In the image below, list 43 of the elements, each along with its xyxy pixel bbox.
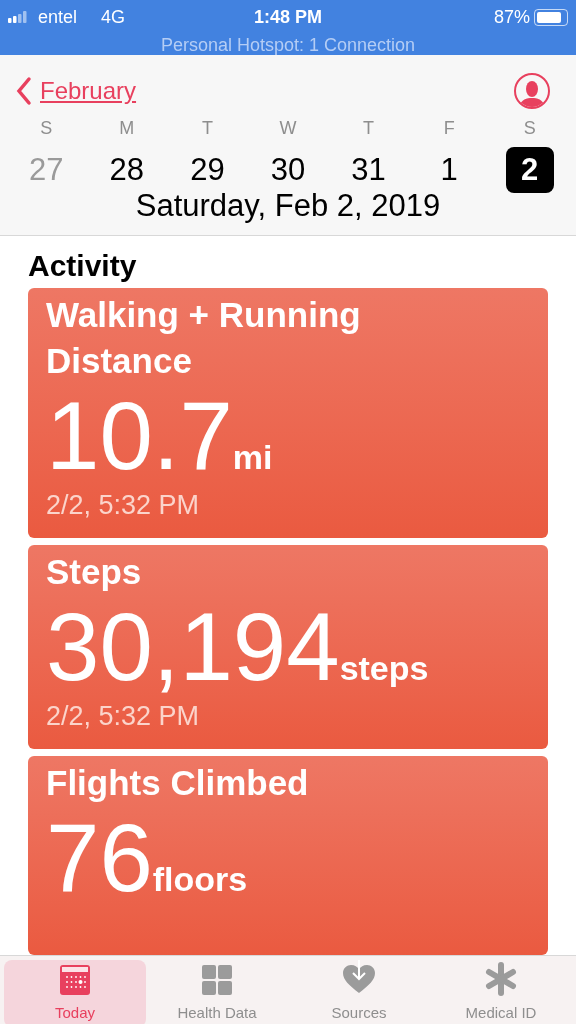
tab-item[interactable]: Today bbox=[4, 960, 146, 1024]
tab-item[interactable]: Sources bbox=[288, 960, 430, 1024]
card-title: Steps bbox=[46, 551, 143, 593]
heart-download-icon bbox=[341, 960, 377, 996]
back-chevron-icon bbox=[16, 76, 32, 106]
card-time: 2/2, 5:32 PM bbox=[46, 700, 201, 733]
day-button[interactable]: 2 bbox=[505, 147, 554, 193]
metric-value: 76 bbox=[46, 806, 153, 910]
card-title: Walking + Running Distance bbox=[46, 294, 362, 382]
metric-unit: steps bbox=[339, 648, 429, 689]
weekday-letter: S bbox=[523, 117, 536, 139]
weekday-letter: T bbox=[201, 117, 213, 139]
metric-unit: floors bbox=[152, 860, 248, 900]
weekday-letter: S bbox=[40, 117, 53, 139]
card-title: Flights Climbed bbox=[46, 762, 310, 804]
metric-card[interactable]: Flights Climbed 76floors bbox=[28, 756, 548, 955]
metric-card[interactable]: Steps 30,194steps 2/2, 5:32 PM bbox=[28, 545, 548, 749]
asterisk-icon bbox=[484, 962, 518, 996]
network-text: 4G bbox=[101, 5, 126, 29]
person-icon bbox=[519, 79, 545, 107]
tab-item[interactable]: Medical ID bbox=[430, 960, 572, 1024]
weekday-letter: T bbox=[363, 117, 375, 139]
battery-percent: 87% bbox=[493, 5, 530, 29]
weekday-letter: W bbox=[279, 117, 297, 139]
profile-button[interactable] bbox=[514, 73, 550, 109]
metric-unit: mi bbox=[232, 437, 273, 478]
hotspot-text: Personal Hotspot: 1 Connection bbox=[160, 34, 416, 57]
section-title: Activity bbox=[27, 248, 138, 284]
grid-icon bbox=[201, 964, 233, 996]
card-time: 2/2, 5:32 PM bbox=[46, 489, 201, 522]
weekday-letter: M bbox=[119, 117, 135, 139]
metric-value: 30,194 bbox=[46, 595, 340, 699]
day-button[interactable]: 27 bbox=[22, 147, 71, 193]
status-time: 1:48 PM bbox=[254, 5, 322, 29]
metric-value: 10.7 bbox=[46, 384, 233, 488]
metric-card[interactable]: Walking + Running Distance 10.7 mi 2/2, 5:32 PM bbox=[28, 288, 548, 538]
carrier-text: entel bbox=[38, 5, 78, 29]
calendar-icon bbox=[59, 964, 91, 996]
battery-icon bbox=[534, 8, 568, 26]
back-button[interactable]: February bbox=[16, 73, 137, 109]
weekday-letter: F bbox=[443, 117, 455, 139]
signal-icon bbox=[8, 11, 30, 23]
tab-item[interactable]: Health Data bbox=[146, 960, 288, 1024]
